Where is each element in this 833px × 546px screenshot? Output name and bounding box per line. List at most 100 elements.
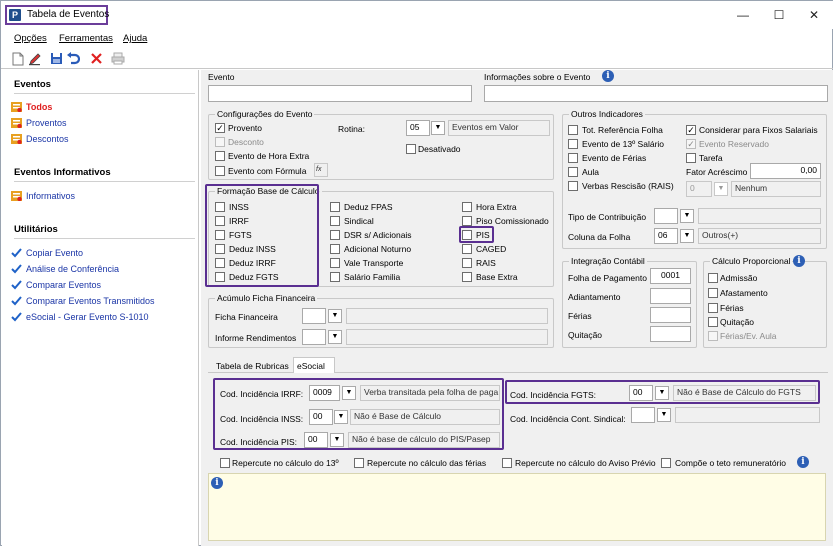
salario-familia-checkbox[interactable] [330,272,340,282]
maximize-button[interactable]: ☐ [769,7,789,23]
piso-comissionado-checkbox[interactable] [462,216,472,226]
inss-checkbox[interactable] [215,202,225,212]
folha-input[interactable]: 0001 [650,268,691,284]
sindical-incidencia-dropdown[interactable]: ▼ [657,408,671,422]
nenhum-code-field[interactable]: 0 [686,181,712,197]
rotina-dropdown[interactable]: ▼ [431,121,445,135]
evento-13-checkbox[interactable] [568,139,578,149]
deduz-fgts-checkbox[interactable] [215,272,225,282]
sidebar-item-comparar[interactable]: Comparar Eventos [11,280,101,290]
inss-incidencia-label: Cod. Incidência INSS: [220,414,304,424]
sindical-checkbox[interactable] [330,216,340,226]
info-evento-input[interactable] [484,85,828,102]
sindical-incidencia-code[interactable] [631,407,655,423]
sidebar-item-informativos[interactable]: Informativos [11,191,75,201]
sidebar-item-comparar-transmitidos[interactable]: Comparar Eventos Transmitidos [11,296,155,306]
aula-checkbox[interactable] [568,167,578,177]
save-icon[interactable] [49,52,63,66]
menu-ferramentas[interactable]: Ferramentas [59,33,113,44]
ferias-ev-aula-checkbox[interactable] [708,331,718,341]
sidebar-item-esocial-gerar[interactable]: eSocial - Gerar Evento S-1010 [11,312,149,322]
rais-checkbox[interactable] [462,258,472,268]
menu-opcoes[interactable]: Opções [14,33,47,44]
pis-incidencia-dropdown[interactable]: ▼ [330,433,344,447]
rotina-code-input[interactable]: 05 [406,120,430,136]
undo-icon[interactable] [66,52,81,66]
evento-ferias-checkbox[interactable] [568,153,578,163]
print-icon[interactable] [111,52,125,66]
sidebar-section-utilitarios: Utilitários [14,224,58,235]
adiant-input[interactable] [650,288,691,304]
tarefa-checkbox[interactable] [686,153,696,163]
proporcional-info-icon[interactable]: i [793,255,805,267]
tipo-contrib-input[interactable] [654,208,678,224]
repercute-info-icon[interactable]: i [797,456,809,468]
fgts-checkbox[interactable] [215,230,225,240]
admissao-checkbox[interactable] [708,273,718,283]
tab-esocial-active[interactable]: eSocial [293,357,335,373]
ferias-prop-checkbox[interactable] [708,303,718,313]
coluna-dropdown[interactable]: ▼ [680,229,694,243]
fator-input[interactable]: 0,00 [750,163,821,179]
desativado-checkbox[interactable] [406,144,416,154]
desconto-checkbox[interactable] [215,137,225,147]
desconto-label: Desconto [228,137,264,147]
minimize-button[interactable]: — [733,7,753,23]
edit-icon[interactable] [28,52,42,66]
reservado-checkbox[interactable]: ✓ [686,139,696,149]
sidebar-item-label: Descontos [26,134,69,144]
deduz-fpas-checkbox[interactable] [330,202,340,212]
adicional-noturno-checkbox[interactable] [330,244,340,254]
hora-extra-base-checkbox[interactable] [462,202,472,212]
caged-checkbox[interactable] [462,244,472,254]
sidebar-item-todos[interactable]: Todos [11,102,52,112]
repercute-13-checkbox[interactable] [220,458,230,468]
quitacao-prop-checkbox[interactable] [708,317,718,327]
irrf-checkbox[interactable] [215,216,225,226]
fgts-incidencia-code[interactable]: 00 [629,385,653,401]
sidebar-item-copiar-evento[interactable]: Copiar Evento [11,248,83,258]
tipo-contrib-dropdown[interactable]: ▼ [680,209,694,223]
ficha-dropdown[interactable]: ▼ [328,309,342,323]
considerar-checkbox[interactable]: ✓ [686,125,696,135]
informe-code-input[interactable] [302,329,326,345]
close-button[interactable]: ✕ [804,7,824,23]
informe-dropdown[interactable]: ▼ [328,330,342,344]
info-icon[interactable]: i [602,70,614,82]
fgts-incidencia-dropdown[interactable]: ▼ [655,386,669,400]
formula-button[interactable]: fx [314,163,328,177]
delete-icon[interactable] [89,52,103,66]
afastamento-checkbox[interactable] [708,288,718,298]
deduz-irrf-checkbox[interactable] [215,258,225,268]
quitacao-integracao-input[interactable] [650,326,691,342]
inss-incidencia-dropdown[interactable]: ▼ [334,410,348,424]
provento-checkbox[interactable]: ✓ [215,123,225,133]
inss-incidencia-code[interactable]: 00 [309,409,333,425]
new-icon[interactable] [11,52,25,66]
menu-ajuda[interactable]: Ajuda [123,33,147,44]
evento-input[interactable] [208,85,472,102]
ferias-integracao-input[interactable] [650,307,691,323]
irrf-incidencia-code[interactable]: 0009 [309,385,340,401]
tot-ref-checkbox[interactable] [568,125,578,135]
sidebar-item-descontos[interactable]: Descontos [11,134,69,144]
pis-incidencia-code[interactable]: 00 [304,432,328,448]
base-extra-checkbox[interactable] [462,272,472,282]
com-formula-checkbox[interactable] [215,166,225,176]
rotina-label: Rotina: [338,124,365,134]
tab-rubricas[interactable]: Tabela de Rubricas [216,361,289,371]
verbas-checkbox[interactable] [568,181,578,191]
sidebar-item-analise[interactable]: Análise de Conferência [11,264,119,274]
vale-transporte-checkbox[interactable] [330,258,340,268]
sidebar-item-proventos[interactable]: Proventos [11,118,67,128]
coluna-code-input[interactable]: 06 [654,228,678,244]
ficha-code-input[interactable] [302,308,326,324]
nenhum-dropdown[interactable]: ▼ [714,182,728,196]
irrf-incidencia-dropdown[interactable]: ▼ [342,386,356,400]
deduz-inss-checkbox[interactable] [215,244,225,254]
repercute-ferias-checkbox[interactable] [354,458,364,468]
hora-extra-checkbox[interactable] [215,151,225,161]
dsr-checkbox[interactable] [330,230,340,240]
repercute-aviso-checkbox[interactable] [502,458,512,468]
compoe-teto-checkbox[interactable] [661,458,671,468]
